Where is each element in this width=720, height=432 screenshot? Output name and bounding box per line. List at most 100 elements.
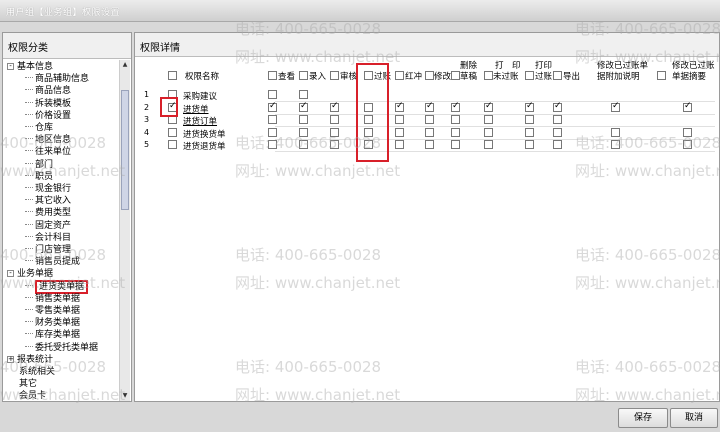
permission-checkbox[interactable] <box>484 127 493 137</box>
tree-node[interactable]: 固定资产 <box>25 220 71 232</box>
permission-checkbox[interactable] <box>330 127 339 137</box>
permission-checkbox[interactable] <box>683 101 692 112</box>
permission-checkbox[interactable] <box>268 140 277 150</box>
permission-checkbox[interactable] <box>525 101 534 112</box>
permission-checkbox[interactable] <box>268 127 277 137</box>
permission-checkbox[interactable] <box>330 101 339 112</box>
permission-checkbox[interactable] <box>611 127 620 137</box>
col-entry-checkbox[interactable] <box>299 71 308 80</box>
tree-node[interactable]: 财务类单据 <box>25 317 80 329</box>
permission-checkbox[interactable] <box>268 90 277 99</box>
permission-checkbox[interactable] <box>425 101 434 112</box>
permission-checkbox[interactable] <box>484 115 493 125</box>
permission-checkbox[interactable] <box>395 140 404 150</box>
permission-checkbox[interactable] <box>451 140 460 150</box>
permission-checkbox[interactable] <box>299 115 308 125</box>
col-modify-posted-note-checkbox[interactable] <box>657 71 666 80</box>
permission-checkbox[interactable] <box>525 115 534 125</box>
permission-checkbox[interactable] <box>330 140 339 150</box>
tree-node[interactable]: 其它 <box>19 378 37 390</box>
permission-name[interactable]: 进货订单 <box>183 115 217 127</box>
tree-node[interactable]: 拆装模板 <box>25 98 71 110</box>
tree-node[interactable]: 部门 <box>25 159 53 171</box>
scroll-thumb[interactable] <box>121 90 129 210</box>
permission-checkbox[interactable] <box>425 140 434 150</box>
permission-checkbox[interactable] <box>299 101 308 112</box>
tree-node[interactable]: 会计科目 <box>25 232 71 244</box>
tree-node[interactable]: + 报表统计 <box>7 354 53 366</box>
select-all-checkbox[interactable] <box>168 71 177 80</box>
collapse-icon[interactable]: - <box>7 270 14 278</box>
col-export-checkbox[interactable] <box>553 71 562 80</box>
permission-checkbox[interactable] <box>484 140 493 150</box>
tree-node[interactable]: 会员卡 <box>19 390 46 401</box>
save-button[interactable]: 保存 <box>618 408 668 428</box>
row-checkbox[interactable] <box>168 140 177 150</box>
col-modify-checkbox[interactable] <box>425 71 434 80</box>
tree-node[interactable]: - 基本信息 <box>7 61 53 73</box>
permission-checkbox[interactable] <box>683 127 692 137</box>
permission-checkbox[interactable] <box>451 115 460 125</box>
tree-node[interactable]: 费用类型 <box>25 207 71 219</box>
permission-checkbox[interactable] <box>299 127 308 137</box>
tree-scrollbar[interactable]: ▲ ▼ <box>119 60 130 401</box>
tree-node[interactable]: 销售类单据 <box>25 293 80 305</box>
permission-checkbox[interactable] <box>268 101 277 112</box>
collapse-icon[interactable]: - <box>7 63 14 70</box>
table-row[interactable]: 5 进货退货单 <box>139 139 719 152</box>
tree-node[interactable]: 职员 <box>25 171 53 183</box>
permission-checkbox[interactable] <box>553 127 562 137</box>
permission-checkbox[interactable] <box>330 115 339 125</box>
table-row[interactable]: 1 采购建议 <box>139 89 719 102</box>
col-print-posted-checkbox[interactable] <box>525 71 534 80</box>
cancel-button[interactable]: 取消 <box>670 408 718 428</box>
tree-node[interactable]: 其它收入 <box>25 195 71 207</box>
permission-checkbox[interactable] <box>268 115 277 125</box>
col-view-checkbox[interactable] <box>268 71 277 80</box>
tree-node[interactable]: 商品辅助信息 <box>25 73 89 85</box>
row-checkbox[interactable] <box>168 127 177 137</box>
tree-node[interactable]: 委托受托类单据 <box>25 342 98 354</box>
scroll-down-icon[interactable]: ▼ <box>120 391 130 401</box>
permission-checkbox[interactable] <box>395 101 404 112</box>
tree-node[interactable]: 价格设置 <box>25 110 71 122</box>
permission-checkbox[interactable] <box>451 101 460 112</box>
tree-node[interactable]: 进货类单据 <box>25 279 89 294</box>
permission-checkbox[interactable] <box>611 101 620 112</box>
table-row[interactable]: 2 进货单 <box>139 101 719 115</box>
permission-checkbox[interactable] <box>451 127 460 137</box>
col-red-checkbox[interactable] <box>395 71 404 80</box>
tree-node[interactable]: 库存类单据 <box>25 329 80 341</box>
tree-node[interactable]: - 业务单据 <box>7 268 53 280</box>
col-audit-checkbox[interactable] <box>330 71 339 80</box>
tree-node[interactable]: 往来单位 <box>25 146 71 158</box>
permission-checkbox[interactable] <box>425 115 434 125</box>
tree-node[interactable]: 商品信息 <box>25 85 71 97</box>
table-row[interactable]: 3 进货订单 <box>139 114 719 127</box>
tree-node[interactable]: 系统相关 <box>19 366 55 378</box>
permission-checkbox[interactable] <box>484 101 493 112</box>
permission-checkbox[interactable] <box>553 101 562 112</box>
permission-checkbox[interactable] <box>299 90 308 99</box>
tree-node[interactable]: 地区信息 <box>25 134 71 146</box>
scroll-up-icon[interactable]: ▲ <box>120 60 130 70</box>
permission-checkbox[interactable] <box>525 140 534 150</box>
permission-checkbox[interactable] <box>553 140 562 150</box>
tree-node[interactable]: 门店管理 <box>25 244 71 256</box>
permission-checkbox[interactable] <box>683 140 692 150</box>
tree-node[interactable]: 销售员提成 <box>25 256 80 268</box>
permission-checkbox[interactable] <box>395 115 404 125</box>
permission-checkbox[interactable] <box>425 127 434 137</box>
permission-checkbox[interactable] <box>553 115 562 125</box>
table-row[interactable]: 4 进货换货单 <box>139 127 719 140</box>
tree-node[interactable]: 零售类单据 <box>25 305 80 317</box>
permission-checkbox[interactable] <box>611 140 620 150</box>
tree-node[interactable]: 现金银行 <box>25 183 71 195</box>
col-delete-draft-checkbox[interactable] <box>451 71 460 80</box>
expand-icon[interactable]: + <box>7 355 14 363</box>
permission-checkbox[interactable] <box>299 140 308 150</box>
permission-name[interactable]: 进货单 <box>183 103 209 115</box>
permission-checkbox[interactable] <box>395 127 404 137</box>
col-print-unposted-checkbox[interactable] <box>484 71 493 80</box>
permission-checkbox[interactable] <box>525 127 534 137</box>
